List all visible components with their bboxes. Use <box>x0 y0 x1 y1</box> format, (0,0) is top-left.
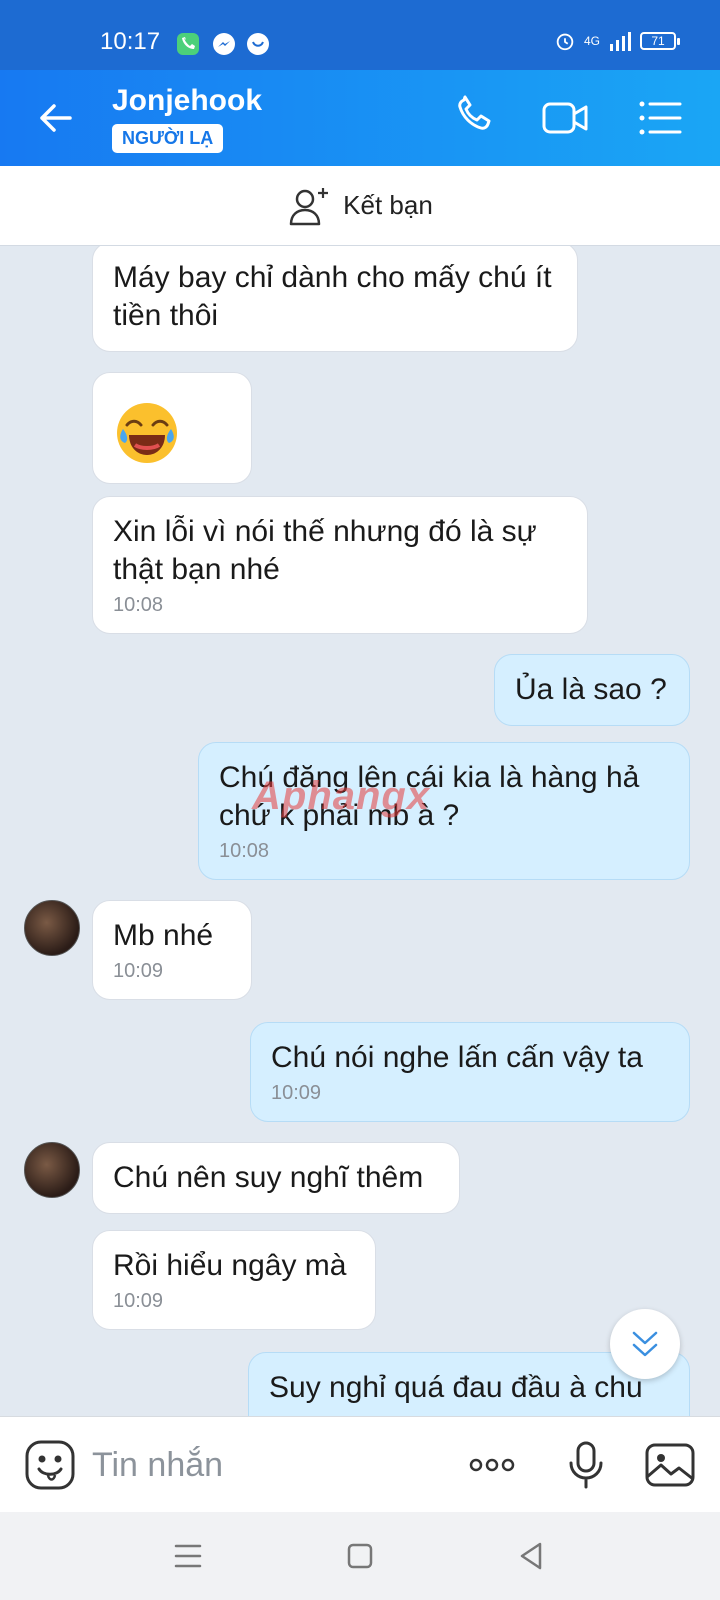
network-label: 4G <box>583 34 600 48</box>
microphone-icon[interactable] <box>560 1439 612 1491</box>
contact-name[interactable]: Jonjehook <box>112 84 262 118</box>
more-dots-icon[interactable] <box>466 1439 518 1491</box>
message-incoming[interactable]: Máy bay chỉ dành cho mấy chú ít tiền thô… <box>92 246 578 352</box>
message-time: 10:08 <box>113 594 164 616</box>
message-time: 10:09 <box>113 960 164 982</box>
menu-list-icon[interactable] <box>634 92 686 144</box>
composer-bar <box>0 1416 720 1512</box>
message-incoming[interactable]: Xin lỗi vì nói thế nhưng đó là sự thật b… <box>92 496 588 634</box>
status-time: 10:17 <box>100 28 161 55</box>
message-incoming-emoji[interactable] <box>92 372 252 484</box>
message-text: Suy nghỉ quá đau đầu à chu <box>269 1371 643 1404</box>
back-icon[interactable] <box>516 1540 548 1572</box>
message-text: Rồi hiểu ngây mà <box>113 1249 347 1282</box>
battery-level: 71 <box>651 34 665 48</box>
message-text: Chú đăng lên cái kia là hàng hả chứ k ph… <box>219 761 640 832</box>
double-chevron-down-icon <box>632 1331 658 1357</box>
phone-icon <box>177 33 199 55</box>
message-text: Xin lỗi vì nói thế nhưng đó là sự thật b… <box>113 515 537 586</box>
add-friend-button[interactable]: Kết bạn <box>0 166 720 246</box>
home-icon[interactable] <box>344 1540 376 1572</box>
alarm-icon <box>556 33 574 51</box>
chat-header: Jonjehook NGƯỜI LẠ <box>0 70 720 166</box>
message-text: Chú nên suy nghĩ thêm <box>113 1161 424 1194</box>
add-friend-label: Kết bạn <box>343 190 433 220</box>
message-text: Ủa là sao ? <box>515 673 667 706</box>
message-outgoing[interactable]: Chú đăng lên cái kia là hàng hả chứ k ph… <box>198 742 690 880</box>
system-nav-bar <box>0 1512 720 1600</box>
phone-call-icon[interactable] <box>450 92 502 144</box>
recents-icon[interactable] <box>172 1540 204 1572</box>
scroll-down-button[interactable] <box>610 1309 680 1379</box>
battery-icon: 71 <box>640 32 680 50</box>
message-text: Chú nói nghe lấn cấn vậy ta <box>271 1041 643 1074</box>
message-time: 10:09 <box>271 1082 322 1104</box>
message-outgoing[interactable]: Chú nói nghe lấn cấn vậy ta 10:09 <box>250 1022 690 1122</box>
back-arrow-icon[interactable] <box>34 96 78 140</box>
avatar[interactable] <box>24 900 80 956</box>
video-call-icon[interactable] <box>540 92 592 144</box>
message-text: Mb nhé <box>113 919 214 952</box>
message-text: Máy bay chỉ dành cho mấy chú ít tiền thô… <box>113 261 552 332</box>
heart-app-icon <box>247 33 269 55</box>
message-outgoing[interactable]: Ủa là sao ? <box>494 654 690 726</box>
message-time: 10:08 <box>219 840 270 862</box>
message-input[interactable] <box>92 1441 442 1489</box>
add-person-icon <box>289 187 329 225</box>
image-icon[interactable] <box>644 1439 696 1491</box>
messenger-icon <box>213 33 235 55</box>
message-incoming[interactable]: Rồi hiểu ngây mà 10:09 <box>92 1230 376 1330</box>
sticker-icon[interactable] <box>24 1439 76 1491</box>
stranger-badge: NGƯỜI LẠ <box>112 124 224 153</box>
message-incoming[interactable]: Mb nhé 10:09 <box>92 900 252 1000</box>
signal-icon <box>610 32 631 51</box>
message-list[interactable]: Máy bay chỉ dành cho mấy chú ít tiền thô… <box>0 246 720 1416</box>
status-bar: 10:17 4G 71 <box>0 0 720 70</box>
message-incoming[interactable]: Chú nên suy nghĩ thêm <box>92 1142 460 1214</box>
message-time: 10:09 <box>113 1290 164 1312</box>
tears-of-joy-icon <box>117 403 177 463</box>
avatar[interactable] <box>24 1142 80 1198</box>
status-right: 4G 71 <box>554 30 680 52</box>
